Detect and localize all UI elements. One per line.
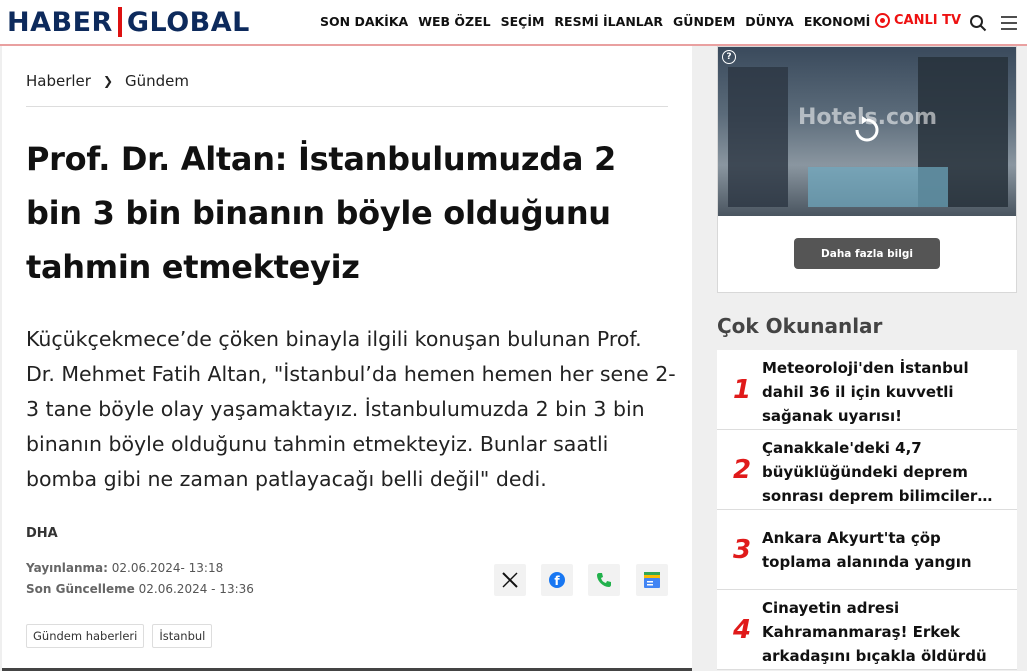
help-icon[interactable]: ? [722,50,736,64]
share-facebook-button[interactable]: f [541,564,573,596]
nav-web-ozel[interactable]: WEB ÖZEL [418,14,490,29]
nav-gundem[interactable]: GÜNDEM [673,14,735,29]
rank-number: 3 [732,534,752,565]
google-news-icon [644,572,660,588]
tag-list: Gündem haberleri İstanbul [26,624,213,648]
article-lead: Küçükçekmece’de çöken binayla ilgili kon… [26,327,676,491]
chevron-right-icon: ❯ [102,74,114,88]
main-nav: SON DAKİKA WEB ÖZEL SEÇİM RESMİ İLANLAR … [320,14,880,29]
rank-number: 4 [732,614,752,645]
share-whatsapp-button[interactable] [588,564,620,596]
rank-number: 1 [732,374,752,405]
article-title: Prof. Dr. Altan: İstanbulumuzda 2 bin 3 … [26,140,616,286]
tag-istanbul[interactable]: İstanbul [152,624,213,648]
search-icon[interactable] [967,12,989,34]
live-tv-button[interactable]: CANLI TV [875,13,961,28]
share-x-button[interactable] [494,564,526,596]
live-dot-icon [875,13,890,28]
advertisement[interactable]: Hotels.com ? Daha fazla bilgi [717,46,1017,293]
breadcrumb-home[interactable]: Haberler [26,72,91,90]
updated-value: 02.06.2024 - 13:36 [138,582,254,596]
list-item[interactable]: 3 Ankara Akyurt'ta çöp toplama alanında … [717,510,1017,590]
list-item-title[interactable]: Ankara Akyurt'ta çöp toplama alanında ya… [762,526,1010,574]
list-item[interactable]: 1 Meteoroloji'den İstanbul dahil 36 il i… [717,350,1017,430]
replay-icon[interactable] [852,115,882,145]
updated-label: Son Güncelleme [26,582,135,596]
article-source: DHA [26,526,58,541]
breadcrumb: Haberler ❯ Gündem [26,72,189,90]
most-read-title: Çok Okunanlar [717,314,883,338]
article-dates: Yayınlanma: 02.06.2024- 13:18 Son Güncel… [26,558,254,600]
ad-cta-button[interactable]: Daha fazla bilgi [794,238,940,269]
list-item-title[interactable]: Meteoroloji'den İstanbul dahil 36 il içi… [762,356,1010,428]
article-column: Haberler ❯ Gündem Prof. Dr. Altan: İstan… [2,46,692,671]
menu-icon[interactable] [998,12,1020,34]
top-header: HABER GLOBAL SON DAKİKA WEB ÖZEL SEÇİM R… [0,0,1027,46]
nav-secim[interactable]: SEÇİM [501,14,545,29]
published-label: Yayınlanma: [26,561,108,575]
published-value: 02.06.2024- 13:18 [111,561,224,575]
nav-ekonomi[interactable]: EKONOMİ [804,14,870,29]
svg-text:f: f [554,574,560,588]
x-logo-icon [502,572,518,588]
list-item[interactable]: 4 Cinayetin adresi Kahramanmaraş! Erkek … [717,590,1017,670]
logo-left-text: HABER [7,6,113,38]
nav-resmi-ilanlar[interactable]: RESMİ İLANLAR [554,14,663,29]
rank-number: 2 [732,454,752,485]
site-logo[interactable]: HABER GLOBAL [7,6,250,38]
facebook-icon: f [549,572,565,588]
google-news-button[interactable] [636,564,668,596]
ad-image[interactable]: Hotels.com ? [718,47,1016,216]
nav-son-dakika[interactable]: SON DAKİKA [320,14,408,29]
most-read-list: 1 Meteoroloji'den İstanbul dahil 36 il i… [717,350,1017,670]
list-item-title[interactable]: Çanakkale'deki 4,7 büyüklüğündeki deprem… [762,436,1010,508]
logo-divider [117,7,122,37]
live-tv-label: CANLI TV [894,13,962,28]
list-item[interactable]: 2 Çanakkale'deki 4,7 büyüklüğündeki depr… [717,430,1017,510]
logo-right-text: GLOBAL [126,6,250,38]
phone-icon [597,573,611,587]
breadcrumb-section[interactable]: Gündem [125,72,189,90]
nav-dunya[interactable]: DÜNYA [745,14,794,29]
breadcrumb-divider [26,106,668,107]
tag-gundem[interactable]: Gündem haberleri [26,624,145,648]
list-item-title[interactable]: Cinayetin adresi Kahramanmaraş! Erkek ar… [762,596,1010,668]
